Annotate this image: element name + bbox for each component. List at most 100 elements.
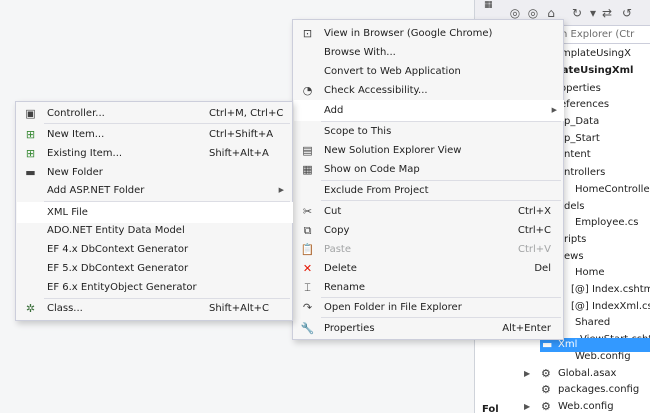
tree-item[interactable]: p_Data	[564, 113, 599, 130]
menu-item-properties[interactable]: 🔧 Properties Alt+Enter	[295, 319, 563, 338]
tree-item[interactable]: HomeController.	[575, 181, 650, 198]
tree-item-label: Employee.cs	[575, 217, 639, 228]
menu-item-new-folder[interactable]: ▬ New Folder	[18, 163, 292, 182]
tree-item[interactable]: [@] IndexXml.csht	[571, 298, 650, 315]
tree-item[interactable]: ▶ ⚙ Global.asax	[524, 365, 617, 382]
menu-item-ado-net-entity-data-model[interactable]: ADO.NET Entity Data Model	[18, 221, 292, 240]
tree-item-label: Global.asax	[558, 368, 617, 379]
menu-item-label: XML File	[47, 207, 88, 218]
add-submenu: ▣ Controller... Ctrl+M, Ctrl+C ⊞ New Item...…	[15, 101, 293, 321]
tree-item[interactable]: eferences	[560, 96, 609, 113]
menu-separator	[44, 123, 290, 124]
menu-item-controller[interactable]: ▣ Controller... Ctrl+M, Ctrl+C	[18, 104, 292, 123]
new-folder-icon: ▬	[25, 166, 36, 179]
menu-separator	[44, 298, 290, 299]
menu-item-label: Delete	[324, 263, 357, 274]
menu-item-add-asp-net-folder[interactable]: Add ASP.NET Folder ▶	[18, 181, 292, 200]
tree-item-label: ews	[564, 251, 584, 262]
menu-item-new-solution-explorer-view[interactable]: ▤ New Solution Explorer View	[295, 141, 563, 160]
menu-item-delete[interactable]: ✕ Delete Del	[295, 259, 563, 278]
tree-item-label: Web.config	[575, 351, 631, 362]
tree-item[interactable]: ews	[564, 248, 584, 265]
menu-item-shortcut: Ctrl+X	[517, 206, 551, 217]
copy-icon: ⧉	[303, 224, 312, 237]
expand-arrow-icon[interactable]: ▶	[524, 365, 534, 382]
menu-item-exclude-from-project[interactable]: Exclude From Project	[295, 181, 563, 200]
tree-item[interactable]: ntrollers	[564, 164, 605, 181]
menu-item-label: Copy	[324, 225, 350, 236]
menu-item-cut[interactable]: ✂ Cut Ctrl+X	[295, 202, 563, 221]
tree-item-label: dels	[564, 201, 585, 212]
menu-item-browse-with[interactable]: Browse With...	[295, 43, 563, 62]
properties-icon: 🔧	[300, 322, 315, 335]
gear-doc-icon: ⚙	[541, 367, 551, 380]
config-doc-icon: ⚙	[541, 400, 551, 413]
tree-item[interactable]: Employee.cs	[575, 214, 638, 231]
menu-item-xml-file[interactable]: XML File	[17, 202, 293, 223]
tree-item-label: Xml	[558, 339, 578, 350]
menu-item-label: Class...	[47, 303, 83, 314]
new-view-icon: ▤	[302, 144, 313, 157]
menu-separator	[321, 317, 561, 318]
menu-item-label: View in Browser (Google Chrome)	[324, 28, 493, 39]
menu-item-label: Paste	[324, 244, 351, 255]
tree-item[interactable]: dels	[564, 198, 585, 215]
menu-item-view-in-browser-google-chrome[interactable]: ⊡ View in Browser (Google Chrome)	[295, 24, 563, 43]
menu-item-add[interactable]: Add ▶	[294, 100, 564, 121]
tree-item[interactable]: Home	[575, 264, 605, 281]
sync-icon[interactable]: ⇄	[599, 5, 615, 21]
menu-item-copy[interactable]: ⧉ Copy Ctrl+C	[295, 221, 563, 240]
tree-item-label: [@] IndexXml.csht	[571, 301, 650, 312]
tree-item[interactable]: ripts	[564, 231, 586, 248]
delete-icon: ✕	[302, 262, 313, 275]
menu-item-new-item[interactable]: ⊞ New Item... Ctrl+Shift+A	[18, 125, 292, 144]
menu-item-scope-to-this[interactable]: Scope to This	[295, 122, 563, 141]
menu-separator	[321, 121, 561, 122]
tree-item-label: p_Start	[564, 133, 600, 144]
search-placeholder: h Explorer (Ctr	[561, 29, 635, 40]
menu-item-class[interactable]: ✲ Class... Shift+Alt+C	[18, 299, 292, 318]
tree-item-label: eferences	[560, 99, 610, 110]
submenu-arrow-icon: ▶	[551, 106, 557, 114]
menu-item-shortcut: Ctrl+V	[517, 244, 551, 255]
class-icon: ✲	[25, 302, 36, 315]
menu-separator	[321, 180, 561, 181]
tree-item[interactable]: operties	[560, 80, 601, 97]
menu-item-existing-item[interactable]: ⊞ Existing Item... Shift+Alt+A	[18, 144, 292, 163]
tree-item-label: Home	[575, 267, 605, 278]
tree-item[interactable]: [@] Index.cshtml	[571, 281, 650, 298]
menu-item-label: Open Folder in File Explorer	[324, 302, 462, 313]
tree-item-label: Web.config	[558, 401, 614, 412]
tree-item[interactable]: ⚙ packages.config	[541, 381, 640, 398]
menu-item-rename[interactable]: ⌶ Rename	[295, 278, 563, 297]
menu-item-label: Add ASP.NET Folder	[47, 185, 145, 196]
menu-item-ef-6-x-entityobject-generator[interactable]: EF 6.x EntityObject Generator	[18, 278, 292, 297]
tree-item[interactable]: Shared	[575, 314, 610, 331]
menu-item-open-folder-in-file-explorer[interactable]: ↷ Open Folder in File Explorer	[295, 298, 563, 317]
menu-item-label: Browse With...	[324, 47, 396, 58]
tree-item[interactable]: p_Start	[564, 130, 600, 147]
menu-item-label: Exclude From Project	[324, 185, 429, 196]
expand-arrow-icon[interactable]: ▶	[524, 398, 534, 413]
menu-item-shortcut: Ctrl+Shift+A	[209, 129, 274, 140]
menu-item-convert-to-web-application[interactable]: Convert to Web Application	[295, 62, 563, 81]
tree-item-label: p_Data	[564, 116, 600, 127]
cut-icon: ✂	[302, 205, 313, 218]
pin-icon[interactable]: ▦	[484, 0, 498, 10]
history-icon[interactable]: ↻	[569, 5, 585, 21]
tree-item-label: packages.config	[558, 384, 640, 395]
menu-item-show-on-code-map[interactable]: ▦ Show on Code Map	[295, 160, 563, 179]
menu-item-check-accessibility[interactable]: ◔ Check Accessibility...	[295, 81, 563, 100]
tree-item-selected[interactable]: ▬ Xml	[540, 338, 650, 352]
config-doc-icon: ⚙	[541, 383, 551, 396]
tree-item-label: HomeController.	[575, 184, 650, 195]
menu-item-label: EF 4.x DbContext Generator	[47, 244, 189, 255]
menu-item-shortcut: Shift+Alt+A	[209, 148, 269, 159]
menu-item-ef-5-x-dbcontext-generator[interactable]: EF 5.x DbContext Generator	[18, 259, 292, 278]
tree-item[interactable]: ▶ ⚙ Web.config	[524, 398, 614, 413]
rename-icon: ⌶	[304, 281, 311, 294]
refresh-icon[interactable]: ↺	[619, 5, 635, 21]
menu-item-paste[interactable]: 📋 Paste Ctrl+V	[295, 240, 563, 259]
menu-item-ef-4-x-dbcontext-generator[interactable]: EF 4.x DbContext Generator	[18, 240, 292, 259]
tree-item[interactable]: ntent	[564, 146, 591, 163]
